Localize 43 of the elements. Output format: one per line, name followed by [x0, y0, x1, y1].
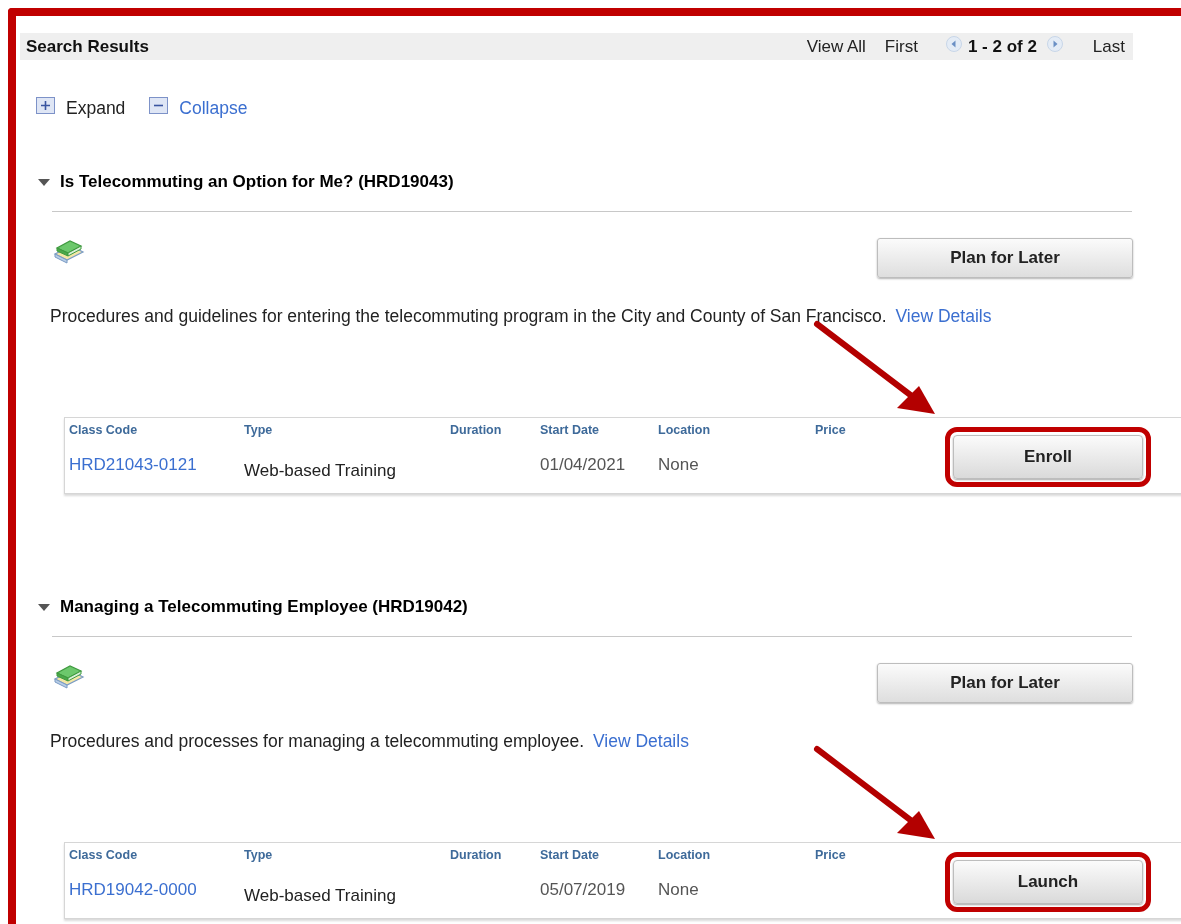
books-icon [53, 665, 85, 689]
caret-icon[interactable] [38, 176, 50, 188]
column-header: Start Date [540, 422, 601, 439]
course-title: Managing a Telecommuting Employee (HRD19042) [60, 596, 468, 619]
table-cell-text: None [658, 879, 700, 902]
collapse-link[interactable]: Collapse [179, 94, 248, 122]
table-cell-text: None [658, 454, 700, 477]
plan-for-later-button[interactable]: Plan for Later [877, 663, 1133, 703]
class-code-link[interactable]: HRD21043-0121 [69, 452, 244, 478]
expand-icon[interactable] [36, 96, 55, 114]
column-header: Class Code [69, 847, 139, 864]
header-title: Search Results [26, 35, 149, 58]
books-icon [53, 240, 85, 264]
page-range: 1 - 2 of 2 [967, 35, 1037, 58]
action-button[interactable]: Enroll [953, 434, 1143, 479]
view-all-link[interactable]: View All [806, 33, 866, 60]
first-link[interactable]: First [884, 33, 918, 60]
table-cell-text: Web-based Training [244, 885, 397, 908]
table-cell-text: Web-based Training [244, 460, 397, 483]
column-header: Type [244, 422, 274, 439]
course-description: Procedures and processes for managing a telecommuting employee. View Details [50, 731, 690, 752]
class-code-link[interactable]: HRD19042-0000 [69, 877, 244, 903]
table-cell-text: 05/07/2019 [540, 879, 627, 902]
course-title: Is Telecommuting an Option for Me? (HRD19043) [60, 171, 454, 194]
column-header: Price [815, 847, 847, 864]
column-header: Duration [450, 422, 503, 439]
collapse-icon[interactable] [149, 96, 169, 114]
column-header: Location [658, 847, 712, 864]
view-details-link[interactable]: View Details [592, 731, 689, 751]
column-header: Type [244, 847, 274, 864]
action-button[interactable]: Launch [953, 859, 1143, 904]
column-header: Location [658, 422, 712, 439]
table-cell-text: 01/04/2021 [540, 454, 627, 477]
column-header: Duration [450, 847, 503, 864]
view-details-link[interactable]: View Details [895, 306, 992, 326]
column-header: Class Code [69, 422, 139, 439]
column-header: Price [815, 422, 847, 439]
caret-icon[interactable] [38, 601, 50, 613]
plan-for-later-button[interactable]: Plan for Later [877, 238, 1133, 278]
expand-link[interactable]: Expand [66, 94, 126, 122]
last-link[interactable]: Last [1092, 33, 1125, 60]
course-description: Procedures and guidelines for entering the telecommuting program in the City and County of San Francisco. View Details [50, 306, 993, 327]
column-header: Start Date [540, 847, 601, 864]
